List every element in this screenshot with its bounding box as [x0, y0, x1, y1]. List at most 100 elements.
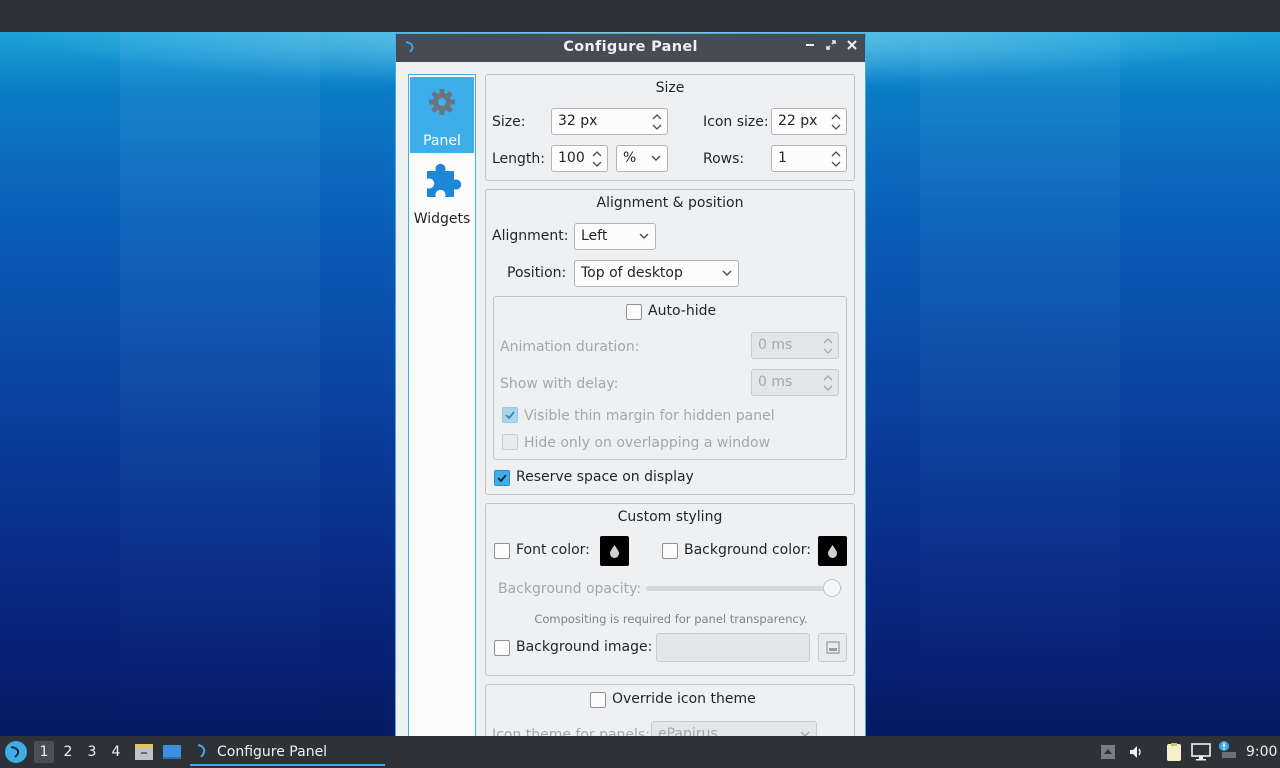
task-label: Configure Panel: [217, 744, 328, 760]
icon-theme-label: Icon theme for panels:: [492, 727, 650, 736]
taskbar: 1 2 3 4 Configure Panel 9:00: [0, 736, 1280, 768]
background-image-label: Background image:: [516, 639, 653, 655]
browse-image-button[interactable]: [818, 633, 847, 662]
task-item-configure-panel[interactable]: Configure Panel: [190, 738, 385, 766]
title-bar[interactable]: Configure Panel: [396, 34, 865, 62]
group-title: Size: [655, 80, 685, 96]
autohide-checkbox[interactable]: [626, 304, 642, 320]
color-drop-icon: [610, 545, 619, 558]
reserve-space-checkbox[interactable]: [494, 470, 510, 486]
sidebar-item-panel[interactable]: Panel: [410, 77, 474, 153]
file-manager-icon[interactable]: [134, 743, 154, 761]
color-drop-icon: [828, 545, 837, 558]
spinbox-value: 22 px: [778, 113, 818, 129]
chevron-down-icon: [651, 155, 661, 161]
autohide-label: Auto-hide: [648, 303, 717, 319]
lxqt-logo-icon: [197, 744, 206, 758]
checkmark-icon: [497, 474, 507, 483]
window-title: Configure Panel: [563, 39, 698, 55]
spinbox-value: 0 ms: [758, 374, 793, 390]
animation-duration-label: Animation duration:: [500, 339, 640, 355]
spinbox-value: 0 ms: [758, 337, 793, 353]
checkmark-icon: [505, 411, 515, 420]
close-icon: [847, 40, 857, 50]
sidebar-item-label: Panel: [423, 133, 461, 149]
length-spinbox[interactable]: 100: [551, 145, 608, 172]
compositing-note: Compositing is required for panel transp…: [534, 612, 808, 626]
alignment-position-group: Alignment & position Alignment: Left Pos…: [485, 189, 855, 495]
background-color-label: Background color:: [684, 542, 811, 558]
sidebar-item-label: Widgets: [413, 211, 471, 227]
overlap-checkbox[interactable]: [502, 434, 518, 450]
alignment-combo[interactable]: Left: [574, 223, 656, 250]
rows-spinbox[interactable]: 1: [771, 145, 847, 172]
desktop-3-button[interactable]: 3: [82, 744, 102, 760]
background-opacity-slider[interactable]: [646, 579, 842, 597]
combo-value: Top of desktop: [581, 265, 683, 281]
close-button[interactable]: [844, 39, 860, 55]
minimize-button[interactable]: [802, 39, 818, 55]
gear-icon: [429, 89, 455, 115]
combo-value: ePapirus: [658, 726, 718, 736]
override-icon-theme-label: Override icon theme: [612, 691, 756, 707]
group-title: Alignment & position: [596, 195, 744, 211]
spin-arrows-icon[interactable]: [830, 111, 842, 133]
position-combo[interactable]: Top of desktop: [574, 260, 739, 287]
background-opacity-label: Background opacity:: [498, 581, 642, 597]
show-desktop-icon[interactable]: [162, 743, 182, 761]
desktop-1-button[interactable]: 1: [34, 741, 54, 763]
background-color-checkbox[interactable]: [662, 543, 678, 559]
group-title: Custom styling: [617, 509, 723, 525]
spin-arrows-icon[interactable]: [822, 372, 834, 394]
spin-arrows-icon[interactable]: [651, 111, 663, 133]
chevron-down-icon: [639, 233, 649, 239]
desktop-2-button[interactable]: 2: [58, 744, 78, 760]
background-color-button[interactable]: [818, 536, 847, 566]
show-delay-spinbox[interactable]: 0 ms: [751, 369, 839, 396]
font-color-checkbox[interactable]: [494, 543, 510, 559]
animation-duration-spinbox[interactable]: 0 ms: [751, 332, 839, 359]
length-unit-combo[interactable]: %: [616, 145, 668, 172]
network-icon[interactable]: [1191, 743, 1211, 761]
font-color-button[interactable]: [600, 536, 629, 566]
top-panel: [0, 0, 1280, 32]
spinbox-value: 1: [778, 150, 787, 166]
size-group: Size Size: 32 px Icon size: 22 px Length…: [485, 74, 855, 181]
page-selector-sidebar: Panel Widgets: [408, 74, 476, 736]
thin-margin-checkbox[interactable]: [502, 407, 518, 423]
spin-arrows-icon[interactable]: [830, 148, 842, 170]
show-delay-label: Show with delay:: [500, 376, 619, 392]
configure-panel-dialog: Configure Panel Panel Widgets Size Size:…: [395, 33, 866, 736]
reserve-space-label: Reserve space on display: [516, 469, 694, 485]
spin-arrows-icon[interactable]: [591, 148, 603, 170]
slider-handle[interactable]: [823, 579, 841, 597]
size-spinbox[interactable]: 32 px: [551, 108, 668, 135]
background-image-checkbox[interactable]: [494, 640, 510, 656]
clipboard-icon[interactable]: [1164, 742, 1184, 762]
main-menu-button[interactable]: [5, 741, 27, 763]
overlap-label: Hide only on overlapping a window: [524, 435, 771, 451]
lxqt-logo-icon: [10, 746, 20, 758]
icon-size-label: Icon size:: [703, 114, 769, 130]
maximize-button[interactable]: [823, 39, 839, 55]
tray-expand-icon[interactable]: [1100, 744, 1116, 760]
icon-size-spinbox[interactable]: 22 px: [771, 108, 847, 135]
spin-arrows-icon[interactable]: [822, 335, 834, 357]
rows-label: Rows:: [703, 151, 745, 167]
font-color-label: Font color:: [516, 542, 590, 558]
notification-icon[interactable]: [1218, 740, 1238, 760]
combo-value: %: [623, 150, 637, 166]
sidebar-item-widgets[interactable]: Widgets: [410, 155, 474, 231]
spinbox-value: 100: [558, 150, 585, 166]
background-image-field[interactable]: [656, 633, 810, 662]
clock[interactable]: 9:00: [1246, 744, 1277, 760]
chevron-down-icon: [722, 270, 732, 276]
volume-icon[interactable]: [1128, 744, 1144, 760]
override-icon-theme-checkbox[interactable]: [590, 692, 606, 708]
desktop-4-button[interactable]: 4: [106, 744, 126, 760]
puzzle-icon: [427, 163, 462, 197]
icon-theme-combo[interactable]: ePapirus: [651, 721, 817, 736]
image-icon: [826, 641, 840, 654]
custom-styling-group: Custom styling Font color: Background co…: [485, 503, 855, 676]
length-label: Length:: [492, 151, 546, 167]
